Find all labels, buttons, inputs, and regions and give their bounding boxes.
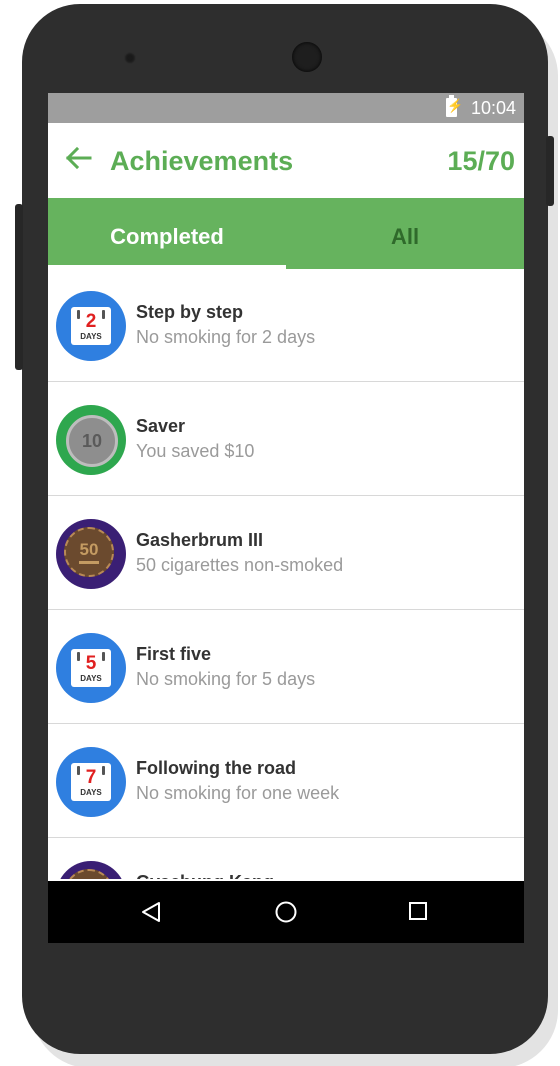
calendar-badge-icon: 5 DAYS	[56, 633, 126, 703]
achievement-subtitle: You saved $10	[136, 441, 255, 461]
system-nav-bar	[48, 881, 524, 943]
battery-charging-icon: ⚡	[446, 95, 463, 117]
badge-value: 10	[81, 431, 103, 451]
badge-unit: DAYS	[80, 674, 102, 683]
achievement-subtitle: No smoking for 5 days	[136, 669, 316, 689]
achievement-count: 15/70	[447, 146, 515, 176]
earpiece-speaker	[292, 42, 322, 72]
badge-value: 50	[79, 540, 99, 559]
tab-all[interactable]: All	[286, 198, 524, 269]
recent-apps-square-icon[interactable]	[409, 902, 427, 920]
arrow-left-icon[interactable]	[62, 141, 96, 175]
screen: ⚡ 10:04 Achievements 15/70 Completed All…	[48, 93, 524, 943]
list-item[interactable]: Gyachung Kang	[48, 839, 524, 879]
badge-value: 2	[85, 311, 97, 332]
achievement-title: Following the road	[136, 758, 296, 778]
calendar-badge-icon: 7 DAYS	[56, 747, 126, 817]
achievement-title: Saver	[136, 416, 186, 436]
list-item[interactable]: 50 Gasherbrum III 50 cigarettes non-smok…	[48, 497, 524, 610]
badge-unit: DAYS	[80, 332, 102, 341]
list-item[interactable]: 7 DAYS Following the road No smoking for…	[48, 725, 524, 838]
achievement-subtitle: 50 cigarettes non-smoked	[136, 555, 344, 575]
front-camera	[124, 52, 136, 64]
badge-unit: DAYS	[80, 788, 102, 797]
status-time: 10:04	[470, 98, 516, 118]
list-item[interactable]: 5 DAYS First five No smoking for 5 days	[48, 611, 524, 724]
tab-bar: Completed All	[48, 198, 524, 269]
achievement-subtitle: No smoking for one week	[136, 783, 340, 803]
back-triangle-icon[interactable]	[140, 901, 162, 923]
badge-value: 5	[85, 653, 97, 674]
achievement-title: Gasherbrum III	[136, 530, 264, 550]
volume-button	[15, 204, 23, 370]
achievement-list: 2 DAYS Step by step No smoking for 2 day…	[48, 269, 524, 879]
power-button	[546, 136, 554, 206]
achievement-title: Step by step	[136, 302, 244, 322]
home-circle-icon[interactable]	[275, 901, 297, 923]
achievement-title: Gyachung Kang	[136, 871, 274, 879]
page-title: Achievements	[110, 146, 294, 176]
achievement-title: First five	[136, 644, 212, 664]
tab-completed[interactable]: Completed	[48, 198, 286, 269]
coin-badge-icon: 10	[56, 405, 126, 475]
app-bar: Achievements 15/70	[48, 123, 524, 198]
status-bar: ⚡ 10:04	[48, 93, 524, 123]
list-item[interactable]: 10 Saver You saved $10	[48, 383, 524, 496]
chip-badge-icon	[56, 861, 126, 879]
badge-value: 7	[85, 767, 97, 788]
list-item[interactable]: 2 DAYS Step by step No smoking for 2 day…	[48, 269, 524, 382]
achievement-subtitle: No smoking for 2 days	[136, 327, 316, 347]
chip-badge-icon: 50	[56, 519, 126, 589]
calendar-badge-icon: 2 DAYS	[56, 291, 126, 361]
